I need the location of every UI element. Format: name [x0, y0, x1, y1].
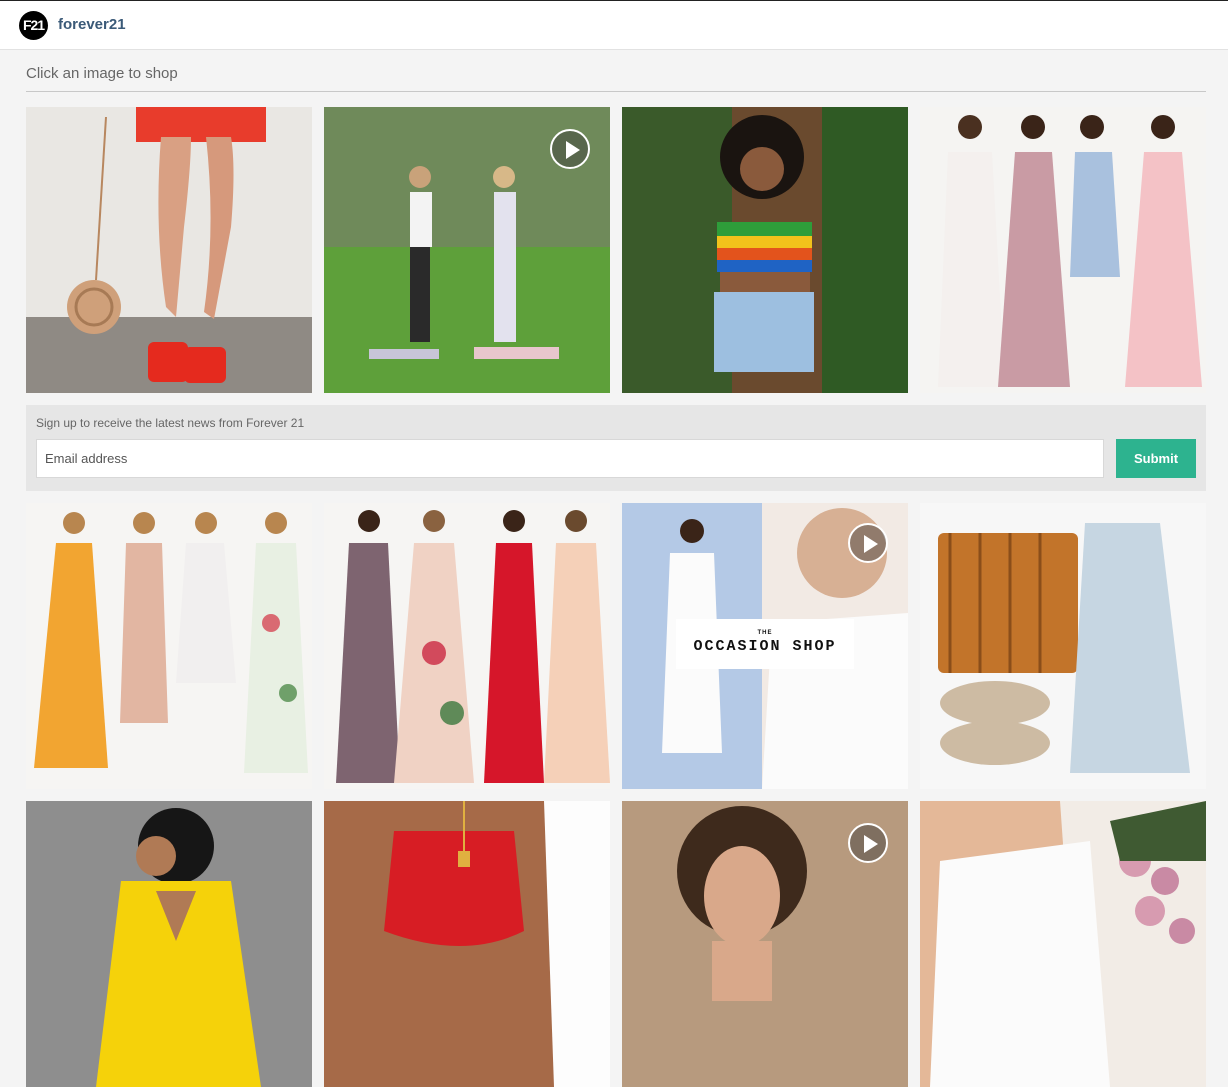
- gallery-tile-rainbow-top[interactable]: [622, 107, 908, 393]
- tile-image: [920, 801, 1206, 1087]
- tile-image: [26, 503, 312, 789]
- tile-image: [324, 801, 610, 1087]
- tile-image: [26, 107, 312, 393]
- brand-name-link[interactable]: forever21: [58, 16, 126, 33]
- tile-image: [920, 503, 1206, 789]
- occasion-title: OCCASION SHOP: [693, 638, 837, 655]
- signup-label: Sign up to receive the latest news from …: [36, 416, 305, 430]
- gallery-tile-flatlay[interactable]: [920, 503, 1206, 789]
- occasion-shop-banner: THE OCCASION SHOP: [676, 619, 854, 669]
- gallery-tile-portrait[interactable]: [622, 801, 908, 1087]
- gallery-tile-gowns[interactable]: [324, 503, 610, 789]
- divider: [26, 91, 1206, 92]
- tile-image: [324, 503, 610, 789]
- top-bar: F21 forever21: [0, 0, 1228, 50]
- newsletter-signup: Sign up to receive the latest news from …: [26, 405, 1206, 491]
- submit-button[interactable]: Submit: [1116, 439, 1196, 478]
- occasion-the-text: THE: [757, 630, 773, 636]
- gallery-tile-yellow-dress[interactable]: [26, 801, 312, 1087]
- tile-image: [622, 107, 908, 393]
- play-icon[interactable]: [550, 129, 590, 169]
- gallery-tile-yoga[interactable]: [324, 107, 610, 393]
- gallery-tile-summer-dresses[interactable]: [26, 503, 312, 789]
- gallery-tile-maxi-dresses[interactable]: [920, 107, 1206, 393]
- tile-image: [26, 801, 312, 1087]
- forever21-logo[interactable]: F21: [19, 11, 48, 40]
- gallery-heading: Click an image to shop: [26, 65, 178, 82]
- gallery-tile-red-heels[interactable]: [26, 107, 312, 393]
- tile-image: [920, 107, 1206, 393]
- play-icon[interactable]: [848, 823, 888, 863]
- email-field[interactable]: [36, 439, 1104, 478]
- gallery-tile-red-bikini[interactable]: [324, 801, 610, 1087]
- gallery-tile-white-top[interactable]: [920, 801, 1206, 1087]
- gallery-tile-occasion-shop[interactable]: THE OCCASION SHOP: [622, 503, 908, 789]
- play-icon[interactable]: [848, 523, 888, 563]
